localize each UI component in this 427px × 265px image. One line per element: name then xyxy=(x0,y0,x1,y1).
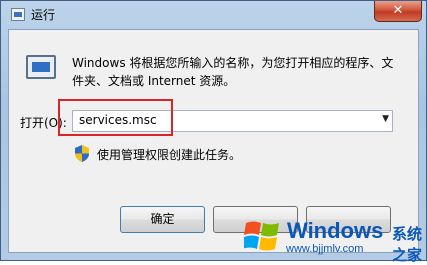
input-highlight-box xyxy=(58,99,173,136)
watermark-url: www.bjjmlv.com xyxy=(286,243,364,255)
run-dialog-window: 运行 ✕ Windows 将根据您所输入的名称，为您打开相应的程序、文件夹、文档… xyxy=(0,0,427,264)
watermark-brand: Windows xyxy=(287,218,384,243)
watermark: Windows 系统之家 www.bjjmlv.com xyxy=(224,205,427,264)
close-button[interactable]: ✕ xyxy=(374,1,422,22)
run-program-icon xyxy=(26,55,56,79)
close-icon: ✕ xyxy=(392,3,404,18)
windows-logo-icon xyxy=(244,221,279,251)
run-dialog-icon xyxy=(11,8,25,21)
uac-shield-icon xyxy=(75,145,89,162)
dropdown-arrow-icon[interactable]: ▼ xyxy=(382,114,389,124)
window-title: 运行 xyxy=(31,8,56,22)
dialog-description: Windows 将根据您所输入的名称，为您打开相应的程序、文件夹、文档或 Int… xyxy=(72,56,394,88)
ok-button[interactable]: 确定 xyxy=(120,206,205,233)
watermark-brand-cn: 系统之家 xyxy=(392,225,423,264)
admin-note: 使用管理权限创建此任务。 xyxy=(97,148,242,162)
title-bar[interactable]: 运行 ✕ xyxy=(1,1,426,29)
